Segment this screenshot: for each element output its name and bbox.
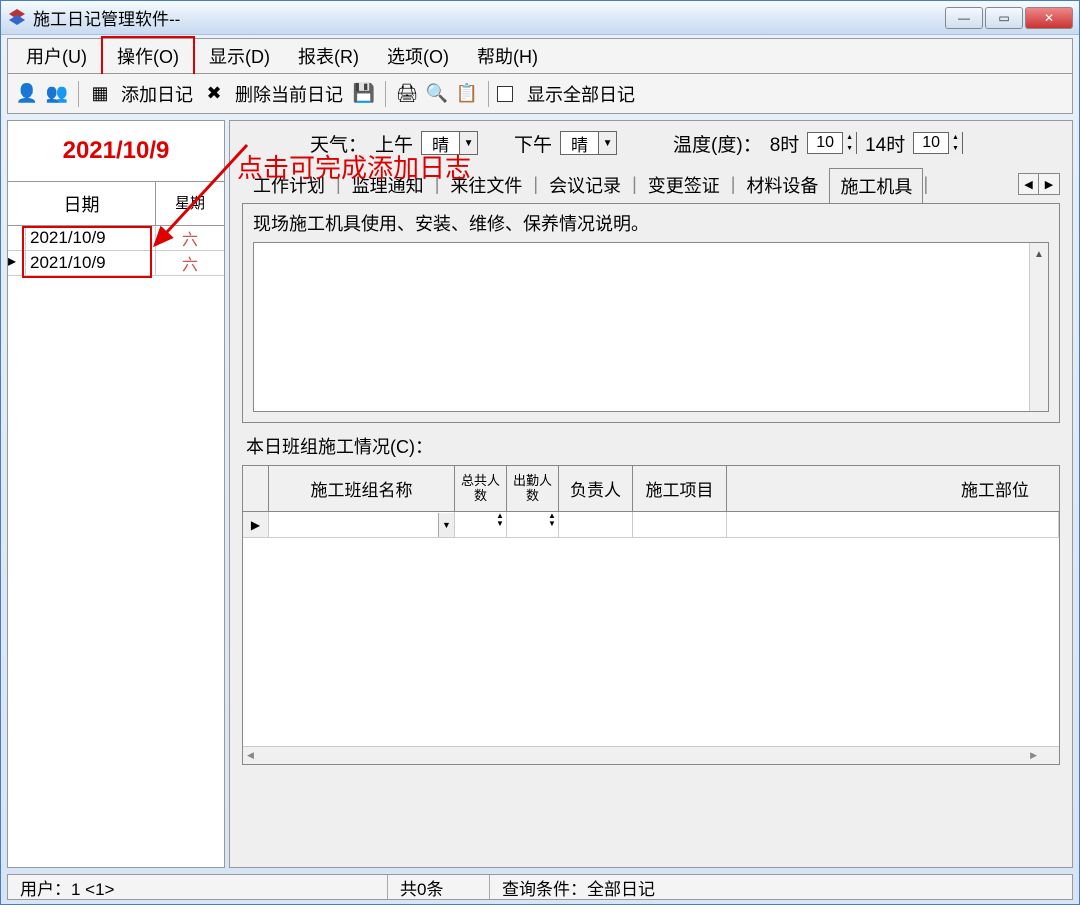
menu-options[interactable]: 选项(O) [373,38,463,74]
crew-table-header: 施工班组名称 总共人数 出勤人数 负责人 施工项目 施工部位 [243,466,1059,512]
crew-row[interactable]: ▶ ▼ ▲▼ ▲▼ [243,512,1059,538]
chevron-down-icon: ▼ [598,132,616,154]
delete-icon[interactable]: ✖ [201,81,227,107]
temp1-spinner[interactable]: 10 ▲▼ [807,132,857,154]
tab-change[interactable]: 变更签证 [637,167,731,202]
date-list: 日期 星期 2021/10/9 六 ▸ 2021/10/9 六 [8,181,224,867]
left-pane: 2021/10/9 日期 星期 2021/10/9 六 ▸ 2021/10/9 … [7,120,225,868]
col-total: 总共人数 [455,466,507,511]
tab-machinery[interactable]: 施工机具 [829,168,923,203]
crew-table: 施工班组名称 总共人数 出勤人数 负责人 施工项目 施工部位 ▶ ▼ ▲▼ ▲▼ [242,465,1060,765]
maximize-button[interactable]: ▭ [985,7,1023,29]
row-date: 2021/10/9 [26,226,156,250]
t2-label: 14时 [865,130,905,157]
copy-icon[interactable]: 📋 [454,81,480,107]
am-label: 上午 [375,130,413,157]
toolbar: 👤 👥 ▦ 添加日记 ✖ 删除当前日记 💾 🖨 🔍 📋 显示全部日记 [7,74,1073,114]
titlebar: 施工日记管理软件-- — ▭ ✕ [1,1,1079,35]
crew-name-combo[interactable]: ▼ [269,512,454,537]
tabs: 工作计划| 监理通知| 来往文件| 会议记录| 变更签证| 材料设备 施工机具|… [230,165,1072,203]
weather-row: 天气： 上午 晴▼ 下午 晴▼ 温度(度)： 8时 10 ▲▼ 14时 [230,121,1072,165]
crew-label: 本日班组施工情况(C)： [230,433,1072,465]
chevron-down-icon: ▼ [459,132,477,154]
save-icon[interactable]: 💾 [351,81,377,107]
col-attend: 出勤人数 [507,466,559,511]
horizontal-scrollbar[interactable] [243,746,1059,764]
pm-label: 下午 [514,130,552,157]
menu-help[interactable]: 帮助(H) [463,38,552,74]
menu-user[interactable]: 用户(U) [12,38,101,74]
pm-weather-combo[interactable]: 晴▼ [560,131,617,155]
separator [488,81,489,107]
row-week: 六 [156,226,224,250]
machinery-textarea[interactable]: ▲ [253,242,1049,412]
status-total: 共0条 [388,875,490,899]
menu-report[interactable]: 报表(R) [284,38,373,74]
form-icon[interactable]: ▦ [87,81,113,107]
row-marker: ▸ [8,251,26,275]
row-week: 六 [156,251,224,275]
separator [385,81,386,107]
temp2-spinner[interactable]: 10 ▲▼ [913,132,963,154]
am-weather-combo[interactable]: 晴▼ [421,131,478,155]
user-add-icon[interactable]: 👤 [14,81,40,107]
row-date: 2021/10/9 [26,251,156,275]
app-icon [7,8,27,28]
col-leader: 负责人 [559,466,633,511]
right-pane: 天气： 上午 晴▼ 下午 晴▼ 温度(度)： 8时 10 ▲▼ 14时 [229,120,1073,868]
user-group-icon[interactable]: 👥 [44,81,70,107]
machinery-panel: 现场施工机具使用、安装、维修、保养情况说明。 ▲ [242,203,1060,423]
tab-scroll-right[interactable]: ▶ [1039,174,1059,194]
date-row[interactable]: 2021/10/9 六 [8,226,224,251]
weather-label: 天气： [310,130,367,157]
tab-workplan[interactable]: 工作计划 [242,167,336,202]
close-button[interactable]: ✕ [1025,7,1073,29]
preview-icon[interactable]: 🔍 [424,81,450,107]
col-crew-name: 施工班组名称 [269,466,455,511]
panel-title: 现场施工机具使用、安装、维修、保养情况说明。 [243,204,1059,242]
menubar: 用户(U) 操作(O) 显示(D) 报表(R) 选项(O) 帮助(H) [7,38,1073,74]
tab-supervision[interactable]: 监理通知 [341,167,435,202]
menu-display[interactable]: 显示(D) [195,38,284,74]
row-indicator-icon: ▶ [243,512,269,537]
t1-label: 8时 [770,130,800,157]
tab-material[interactable]: 材料设备 [735,167,829,202]
col-project: 施工项目 [633,466,727,511]
window-title: 施工日记管理软件-- [33,5,180,30]
tab-scroll-left[interactable]: ◀ [1019,174,1039,194]
show-all-label[interactable]: 显示全部日记 [523,81,639,107]
total-spinner[interactable]: ▲▼ [455,512,507,537]
row-marker [8,226,26,250]
date-row[interactable]: ▸ 2021/10/9 六 [8,251,224,276]
minimize-button[interactable]: — [945,7,983,29]
col-location: 施工部位 [727,466,1059,511]
temp-label: 温度(度)： [673,130,762,157]
date-header: 2021/10/9 [8,121,224,181]
status-user: 用户：1 <1> [8,875,388,899]
add-diary-button[interactable]: 添加日记 [117,81,197,107]
tab-meeting[interactable]: 会议记录 [538,167,632,202]
tab-scroll: ◀ ▶ [1018,173,1060,195]
separator [78,81,79,107]
col-week-header: 星期 [156,182,224,225]
tab-documents[interactable]: 来往文件 [439,167,533,202]
delete-diary-button[interactable]: 删除当前日记 [231,81,347,107]
current-date: 2021/10/9 [63,137,170,165]
status-query: 查询条件：全部日记 [490,875,1072,899]
print-icon[interactable]: 🖨 [394,81,420,107]
menu-operation[interactable]: 操作(O) [101,36,195,76]
attend-spinner[interactable]: ▲▼ [507,512,559,537]
app-window: 施工日记管理软件-- — ▭ ✕ 用户(U) 操作(O) 显示(D) 报表(R)… [0,0,1080,905]
window-controls: — ▭ ✕ [945,7,1073,29]
show-all-checkbox[interactable] [497,86,513,102]
crew-table-body [243,538,1059,746]
statusbar: 用户：1 <1> 共0条 查询条件：全部日记 [7,874,1073,900]
col-date-header: 日期 [8,182,156,225]
scroll-up-icon[interactable]: ▲ [1033,249,1045,269]
